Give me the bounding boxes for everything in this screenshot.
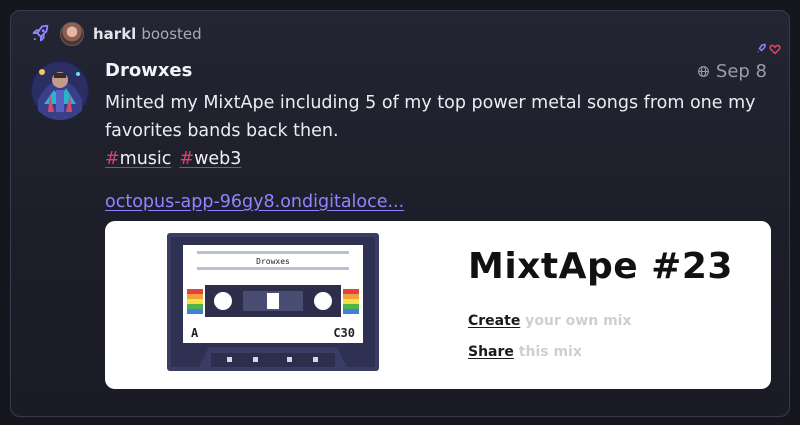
hashtag-music[interactable]: #music: [105, 145, 171, 173]
cassette-counter-label: C30: [333, 326, 355, 340]
booster-avatar[interactable]: [60, 22, 84, 46]
hashtag-web3[interactable]: #web3: [179, 145, 241, 173]
status-content: Minted my MixtApe including 5 of my top …: [105, 89, 775, 173]
rocket-small-icon: [757, 43, 766, 53]
booster-name[interactable]: harkl: [93, 25, 136, 43]
author-avatar-image: [30, 60, 90, 120]
share-mix-line: Share this mix: [468, 344, 582, 360]
share-link[interactable]: Share: [468, 344, 514, 360]
create-link[interactable]: Create: [468, 313, 520, 329]
mix-title: MixtApe #23: [468, 246, 733, 287]
boost-header: harkl boosted: [29, 21, 202, 47]
post-date[interactable]: Sep 8: [697, 61, 767, 82]
link-preview-card[interactable]: Drowxes A C30 MixtApe #23 Create your ow…: [105, 221, 771, 389]
boost-action-text: boosted: [141, 25, 202, 43]
status-body: Minted my MixtApe including 5 of my top …: [105, 93, 756, 141]
post-card[interactable]: harkl boosted Drowxes Sep 8 Minted my Mi…: [10, 10, 790, 417]
date-text: Sep 8: [715, 61, 767, 82]
hashtag-name: web3: [194, 149, 242, 169]
cassette-side-label: A: [191, 326, 199, 340]
rocket-icon: [32, 24, 49, 42]
globe-icon: [697, 66, 709, 77]
hashtag-list: #music #web3: [105, 145, 775, 173]
cassette-label: Drowxes: [256, 257, 290, 266]
author-display-name[interactable]: Drowxes: [105, 60, 192, 81]
share-rest-text: this mix: [513, 344, 582, 360]
create-mix-line: Create your own mix: [468, 313, 632, 329]
hashtag-name: music: [119, 149, 172, 169]
create-rest-text: your own mix: [520, 313, 632, 329]
status-indicators: [755, 43, 781, 55]
hashtag-symbol: #: [105, 149, 120, 169]
hashtag-symbol: #: [179, 149, 195, 169]
heart-icon: [769, 44, 781, 55]
external-link[interactable]: octopus-app-96gy8.ondigitaloce...: [105, 192, 404, 212]
author-avatar[interactable]: [30, 60, 90, 120]
cassette-image: Drowxes A C30: [167, 233, 379, 371]
